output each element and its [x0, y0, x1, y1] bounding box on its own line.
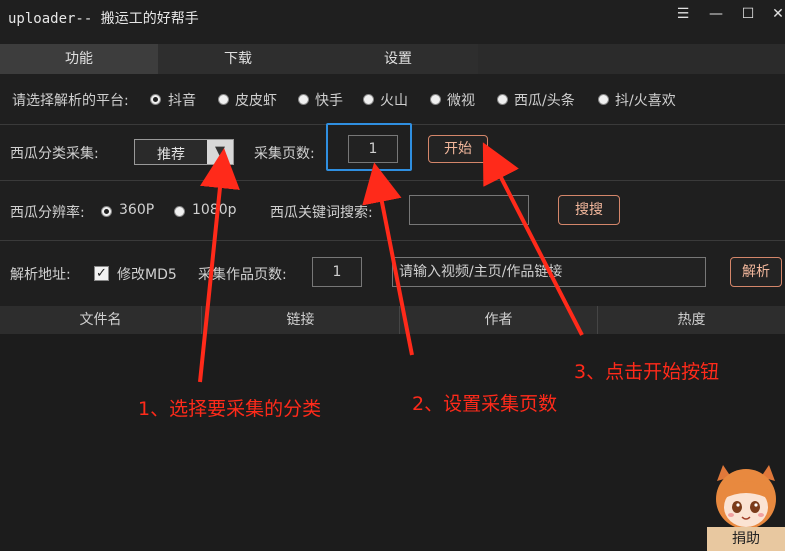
annotation-step3: 3、点击开始按钮	[574, 361, 720, 383]
radio-label: 西瓜/头条	[514, 93, 575, 109]
pages-label: 采集页数:	[254, 146, 315, 162]
url-input-placeholder: 请输入视频/主页/作品链接	[399, 264, 563, 280]
tab-bar: 功能 下载 设置	[0, 44, 785, 74]
resolution-label: 西瓜分辨率:	[10, 205, 85, 221]
start-button-label: 开始	[444, 141, 472, 157]
radio-1080p[interactable]	[174, 206, 185, 217]
radio-pipixia[interactable]	[218, 94, 229, 105]
radio-label: 360P	[119, 202, 155, 218]
donate-button-label: 捐助	[732, 531, 760, 547]
column-header-filename[interactable]: 文件名	[0, 306, 202, 334]
tab-download[interactable]: 下载	[158, 44, 318, 74]
platform-label: 请选择解析的平台:	[12, 93, 129, 109]
donate-button[interactable]: 捐助	[707, 527, 785, 551]
minimize-icon[interactable]: —	[703, 4, 729, 24]
xigua-category-row: 西瓜分类采集: 推荐 ▼ 采集页数: 1 开始	[0, 123, 785, 179]
close-icon[interactable]: ✕	[765, 4, 785, 24]
xigua-category-label: 西瓜分类采集:	[10, 146, 99, 162]
pages-input-value: 1	[368, 141, 378, 157]
column-header-label: 作者	[484, 312, 513, 328]
table-header: 文件名 链接 作者 热度	[0, 306, 785, 334]
md5-label: 修改MD5	[117, 267, 177, 283]
column-header-link[interactable]: 链接	[202, 306, 400, 334]
maximize-icon[interactable]: ☐	[735, 4, 761, 24]
column-header-label: 热度	[677, 312, 706, 328]
radio-label: 抖音	[168, 93, 196, 109]
annotation-step1: 1、选择要采集的分类	[138, 398, 322, 420]
menu-icon[interactable]: ☰	[670, 4, 696, 24]
column-header-label: 文件名	[79, 312, 122, 328]
radio-360p[interactable]	[101, 206, 112, 217]
search-button[interactable]: 搜搜	[558, 195, 620, 225]
dropdown-arrow-icon[interactable]: ▼	[207, 140, 233, 164]
url-input[interactable]: 请输入视频/主页/作品链接	[392, 257, 706, 287]
parse-button-label: 解析	[742, 264, 770, 280]
tab-label: 设置	[384, 51, 412, 67]
radio-kuaishou[interactable]	[298, 94, 309, 105]
tab-settings[interactable]: 设置	[318, 44, 478, 74]
work-pages-input-value: 1	[332, 264, 342, 280]
tab-label: 功能	[65, 51, 93, 67]
keyword-label: 西瓜关键词搜索:	[270, 205, 373, 221]
search-button-label: 搜搜	[575, 202, 603, 218]
radio-weishi[interactable]	[430, 94, 441, 105]
category-selected-value: 推荐	[157, 147, 185, 163]
parse-button[interactable]: 解析	[730, 257, 782, 287]
resolution-row: 西瓜分辨率: 360P 1080p 西瓜关键词搜索: 搜搜	[0, 181, 785, 239]
radio-douyin[interactable]	[150, 94, 161, 105]
pages-input[interactable]: 1	[348, 135, 398, 163]
parse-label: 解析地址:	[10, 267, 71, 283]
window-title: uploader-- 搬运工的好帮手	[8, 11, 199, 27]
radio-xigua[interactable]	[497, 94, 508, 105]
work-pages-input[interactable]: 1	[312, 257, 362, 287]
work-pages-label: 采集作品页数:	[198, 267, 287, 283]
radio-label: 抖/火喜欢	[615, 93, 676, 109]
column-header-author[interactable]: 作者	[400, 306, 598, 334]
radio-label: 1080p	[192, 202, 237, 218]
tab-label: 下载	[224, 51, 252, 67]
category-select[interactable]: 推荐 ▼	[134, 139, 234, 165]
md5-checkbox[interactable]: ✓	[94, 266, 109, 281]
radio-label: 火山	[380, 93, 408, 109]
radio-label: 快手	[315, 93, 343, 109]
radio-dou-huo-likes[interactable]	[598, 94, 609, 105]
platform-row: 请选择解析的平台: 抖音 皮皮虾 快手 火山 微视 西瓜/头条 抖/火喜欢	[0, 76, 785, 124]
column-header-heat[interactable]: 热度	[598, 306, 785, 334]
keyword-input[interactable]	[409, 195, 529, 225]
radio-huoshan[interactable]	[363, 94, 374, 105]
start-button[interactable]: 开始	[428, 135, 488, 163]
parse-row: 解析地址: ✓ 修改MD5 采集作品页数: 1 请输入视频/主页/作品链接 解析	[0, 241, 785, 303]
column-header-label: 链接	[286, 312, 315, 328]
radio-label: 微视	[447, 93, 475, 109]
annotation-step2: 2、设置采集页数	[412, 393, 558, 415]
radio-label: 皮皮虾	[235, 93, 277, 109]
title-bar: uploader-- 搬运工的好帮手 ☰ — ☐ ✕	[0, 0, 785, 42]
tab-features[interactable]: 功能	[0, 44, 158, 74]
